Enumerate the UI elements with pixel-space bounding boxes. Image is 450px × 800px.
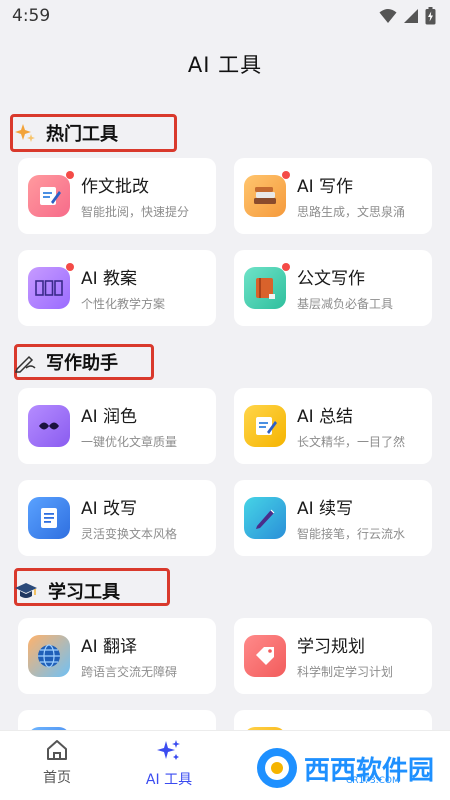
signal-icon — [404, 9, 418, 23]
tool-title: 公文写作 — [297, 269, 365, 289]
nav-home[interactable]: 首页 — [12, 739, 102, 787]
tool-title: 学习规划 — [297, 637, 365, 657]
status-icons — [379, 7, 436, 25]
tool-title: AI 写作 — [297, 177, 354, 197]
tag-icon — [244, 635, 286, 677]
globe-icon — [28, 635, 70, 677]
tool-subtitle: 智能批阅，快速提分 — [81, 205, 190, 219]
tool-subtitle: 基层减负必备工具 — [297, 297, 394, 311]
tool-card-polish[interactable]: AI 润色 一键优化文章质量 — [18, 388, 216, 464]
tool-list[interactable]: 热门工具 作文批改 智能批阅，快速提分 AI 写作 思路生成，文思泉涌 AI 教… — [0, 108, 450, 730]
tool-subtitle: 一键优化文章质量 — [81, 435, 178, 449]
tool-card-essay-grading[interactable]: 作文批改 智能批阅，快速提分 — [18, 158, 216, 234]
tool-card-partial[interactable] — [18, 710, 216, 730]
writing-hand-icon — [14, 355, 36, 373]
graduation-cap-icon — [15, 583, 37, 598]
battery-icon — [425, 7, 436, 25]
lesson-plan-icon — [28, 263, 74, 309]
wifi-icon — [379, 9, 397, 23]
tool-subtitle: 智能接笔，行云流水 — [297, 527, 406, 541]
tool-title: AI 润色 — [81, 407, 138, 427]
tool-title: AI 续写 — [297, 499, 354, 519]
tool-title: AI 翻译 — [81, 637, 138, 657]
summary-icon — [244, 405, 286, 447]
book-icon — [244, 263, 290, 309]
books-icon — [244, 171, 290, 217]
tool-card-lesson-plan[interactable]: AI 教案 个性化教学方案 — [18, 250, 216, 326]
nav-ai-tools-label: AI 工具 — [145, 772, 193, 788]
essay-grading-icon — [28, 171, 74, 217]
new-badge — [282, 263, 290, 271]
nav-ai-tools[interactable]: AI 工具 — [124, 739, 214, 789]
nav-home-label: 首页 — [43, 770, 71, 786]
new-badge — [66, 263, 74, 271]
tool-card-official-writing[interactable]: 公文写作 基层减负必备工具 — [234, 250, 432, 326]
tool-card-continue-writing[interactable]: AI 续写 智能接笔，行云流水 — [234, 480, 432, 556]
page-title: AI 工具 — [187, 53, 263, 77]
tool-subtitle: 长文精华，一目了然 — [297, 435, 406, 449]
section-title: 热门工具 — [46, 124, 118, 145]
tool-card-summary[interactable]: AI 总结 长文精华，一目了然 — [234, 388, 432, 464]
status-bar: 4:59 — [0, 0, 450, 32]
status-time: 4:59 — [12, 6, 51, 26]
new-badge — [282, 171, 290, 179]
tool-subtitle: 灵活变换文本风格 — [81, 527, 178, 541]
tool-card-rewrite[interactable]: AI 改写 灵活变换文本风格 — [18, 480, 216, 556]
section-title: 学习工具 — [48, 582, 120, 603]
tool-title: 作文批改 — [81, 177, 149, 197]
section-header-hot-tools: 热门工具 — [14, 116, 118, 150]
watermark-logo: 西西软件园 CR173.COM — [248, 742, 438, 794]
tool-card-study-plan[interactable]: 学习规划 科学制定学习计划 — [234, 618, 432, 694]
tool-title: AI 教案 — [81, 269, 138, 289]
section-header-study-tools: 学习工具 — [14, 574, 120, 608]
sparkle-icon — [15, 124, 35, 142]
polish-icon — [28, 405, 70, 447]
tool-subtitle: 科学制定学习计划 — [297, 665, 394, 679]
tool-subtitle: 个性化教学方案 — [81, 297, 166, 311]
tool-subtitle: 思路生成，文思泉涌 — [297, 205, 406, 219]
tool-title: AI 总结 — [297, 407, 354, 427]
watermark-emblem — [257, 748, 297, 788]
tool-card-translate[interactable]: AI 翻译 跨语言交流无障碍 — [18, 618, 216, 694]
tool-card-partial[interactable] — [234, 710, 432, 730]
new-badge — [66, 171, 74, 179]
pen-icon — [244, 497, 286, 539]
section-title: 写作助手 — [46, 353, 118, 374]
section-header-writing-assistant: 写作助手 — [14, 345, 118, 379]
tool-title: AI 改写 — [81, 499, 138, 519]
tool-card-ai-writing[interactable]: AI 写作 思路生成，文思泉涌 — [234, 158, 432, 234]
watermark-site: CR173.COM — [346, 776, 400, 786]
sparkle-icon — [157, 740, 180, 760]
rewrite-icon — [28, 497, 70, 539]
tool-subtitle: 跨语言交流无障碍 — [81, 665, 178, 679]
home-icon — [47, 740, 67, 760]
